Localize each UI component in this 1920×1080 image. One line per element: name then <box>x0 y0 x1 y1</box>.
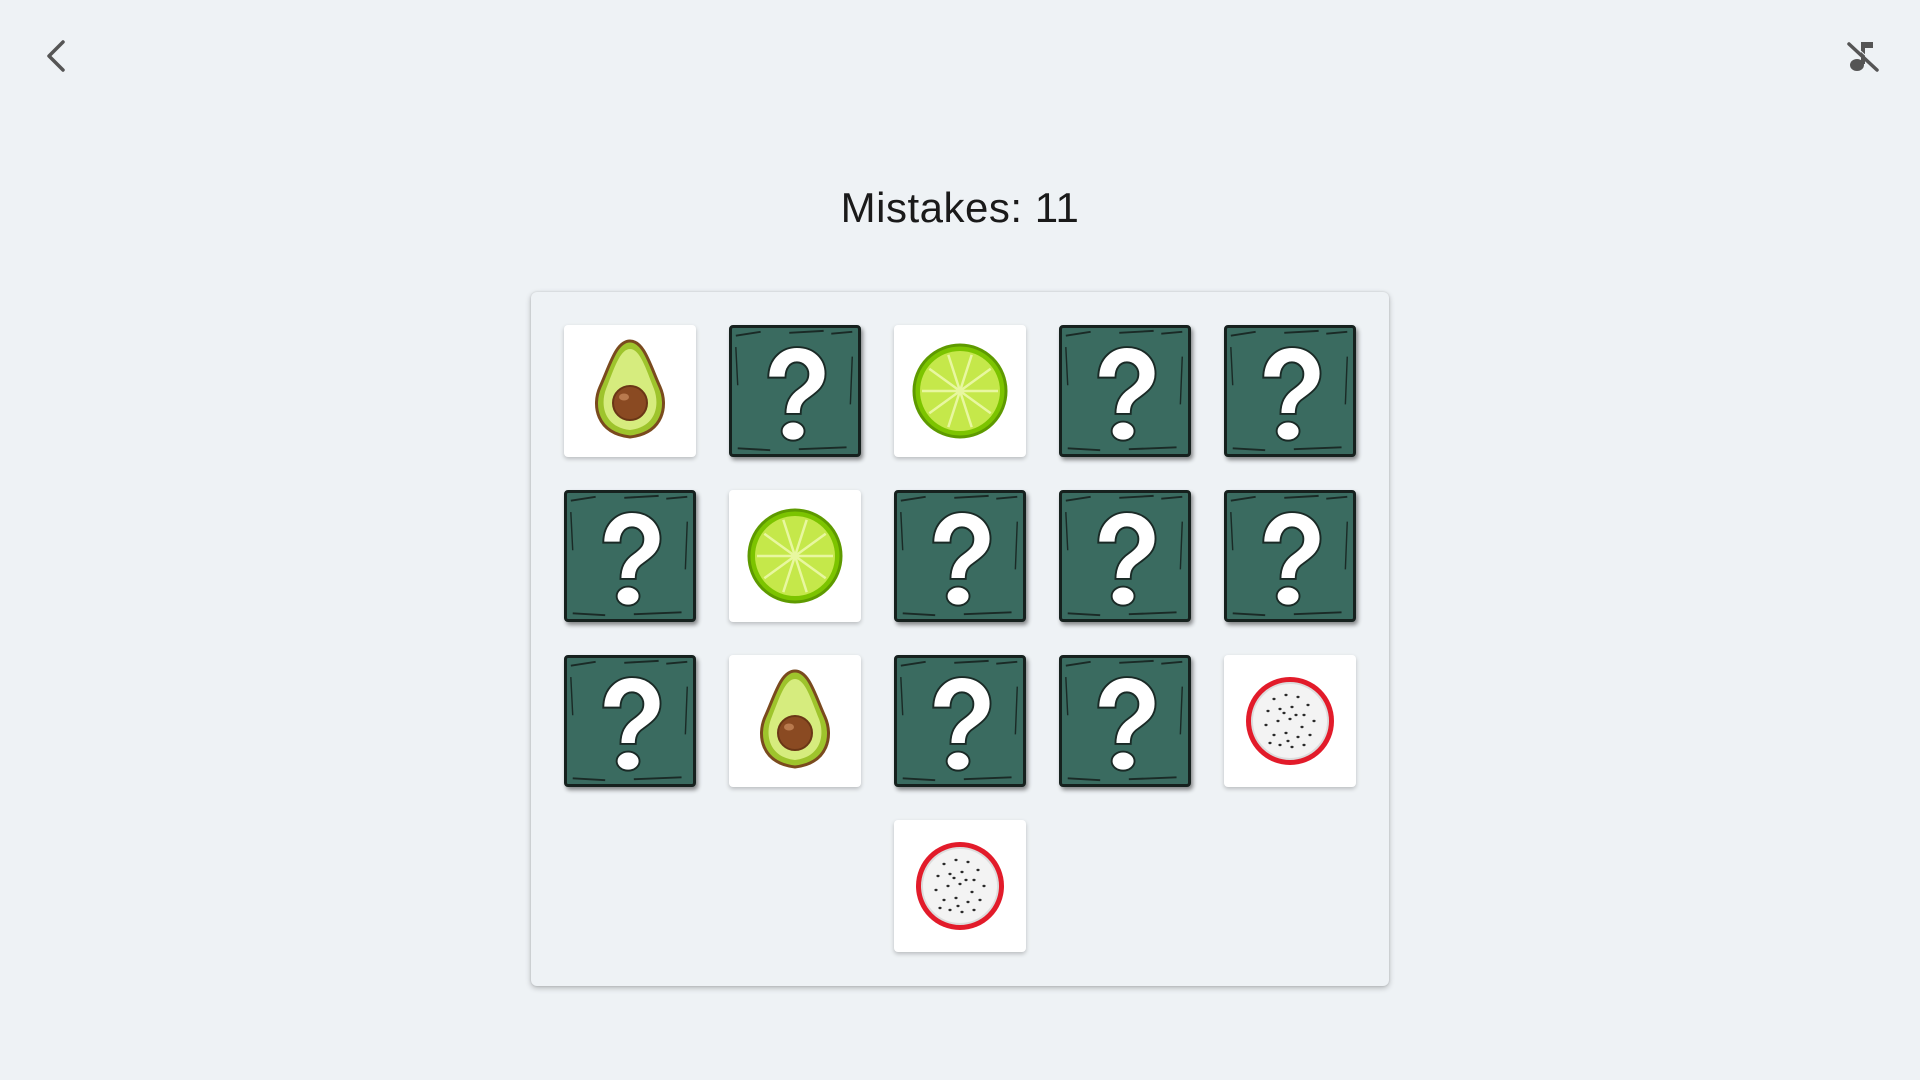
dragon-fruit-icon <box>1246 677 1334 765</box>
question-mark-icon <box>900 659 1018 782</box>
memory-card-avocado[interactable] <box>729 655 861 787</box>
lime-icon <box>912 343 1008 439</box>
dragon-fruit-icon <box>916 842 1004 930</box>
question-mark-icon <box>1230 494 1348 617</box>
question-mark-icon <box>735 329 853 452</box>
question-mark-icon <box>570 659 688 782</box>
back-button[interactable] <box>29 28 85 84</box>
memory-card-avocado[interactable] <box>564 325 696 457</box>
memory-card-hidden[interactable] <box>1059 490 1191 622</box>
question-mark-icon <box>1065 329 1183 452</box>
question-mark-icon <box>1065 494 1183 617</box>
memory-card-dragon-fruit[interactable] <box>1224 655 1356 787</box>
avocado-icon <box>595 339 665 439</box>
memory-card-dragon-fruit[interactable] <box>894 820 1026 952</box>
question-mark-icon <box>570 494 688 617</box>
sound-toggle-button[interactable] <box>1835 28 1891 84</box>
memory-card-hidden[interactable] <box>1059 325 1191 457</box>
memory-card-hidden[interactable] <box>564 490 696 622</box>
memory-card-hidden[interactable] <box>564 655 696 787</box>
memory-card-hidden[interactable] <box>1224 490 1356 622</box>
chevron-left-icon <box>47 40 65 72</box>
memory-card-lime[interactable] <box>894 325 1026 457</box>
memory-card-lime[interactable] <box>729 490 861 622</box>
memory-card-hidden[interactable] <box>894 490 1026 622</box>
lime-icon <box>747 508 843 604</box>
question-mark-icon <box>1065 659 1183 782</box>
avocado-icon <box>760 669 830 769</box>
memory-card-hidden[interactable] <box>894 655 1026 787</box>
music-off-icon <box>1847 41 1880 72</box>
question-mark-icon <box>900 494 1018 617</box>
game-board <box>531 292 1389 986</box>
memory-card-hidden[interactable] <box>1059 655 1191 787</box>
memory-card-hidden[interactable] <box>1224 325 1356 457</box>
memory-card-hidden[interactable] <box>729 325 861 457</box>
mistakes-counter: Mistakes: 11 <box>840 184 1080 231</box>
question-mark-icon <box>1230 329 1348 452</box>
